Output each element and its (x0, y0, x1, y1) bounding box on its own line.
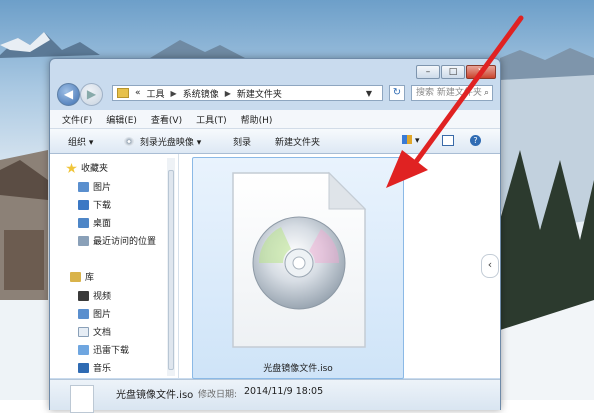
red-annotation-arrow (386, 15, 524, 188)
